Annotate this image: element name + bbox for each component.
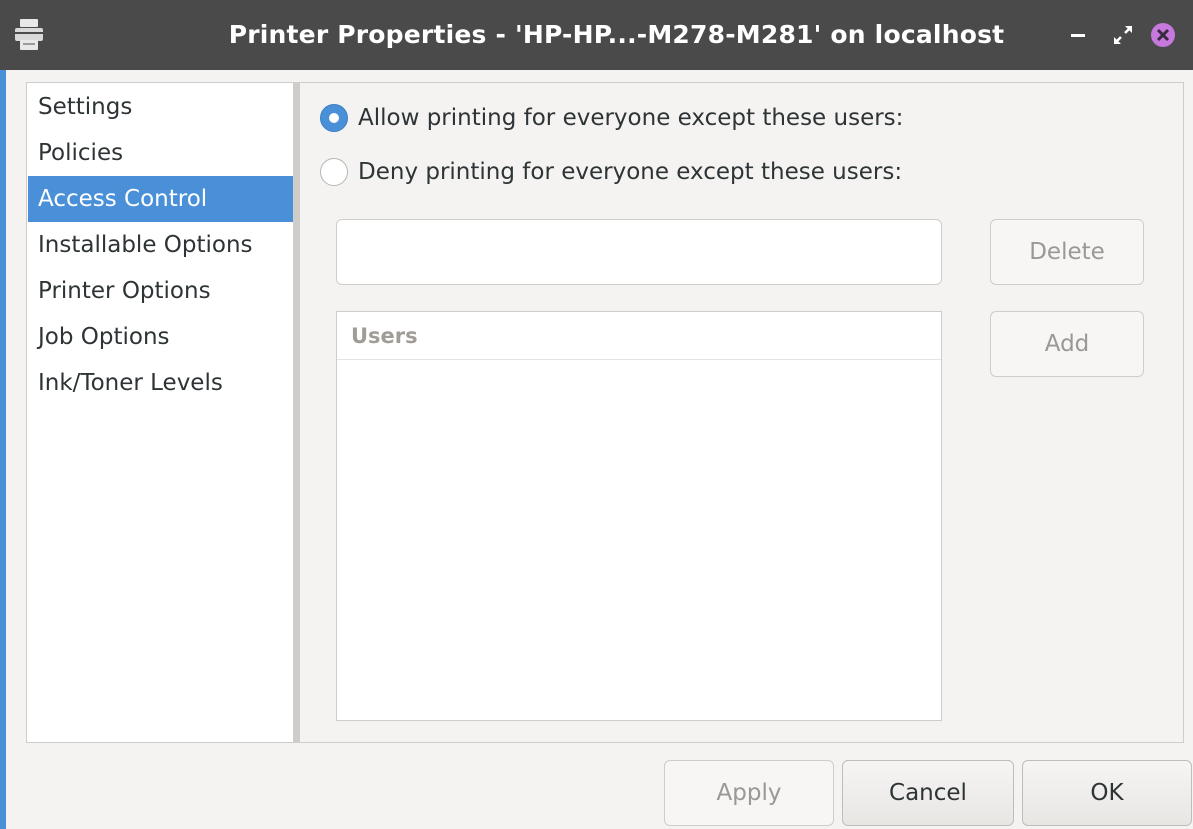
radio-selected-icon [320, 104, 348, 132]
window-title: Printer Properties - 'HP-HP...-M278-M281… [228, 20, 1005, 49]
delete-button[interactable]: Delete [990, 219, 1144, 285]
maximize-icon[interactable] [1108, 20, 1138, 50]
add-button[interactable]: Add [990, 311, 1144, 377]
minimize-icon[interactable] [1063, 20, 1093, 50]
sidebar-item-job-options[interactable]: Job Options [28, 314, 293, 360]
title-bar[interactable]: Printer Properties - 'HP-HP...-M278-M281… [0, 0, 1193, 70]
deny-printing-label: Deny printing for everyone except these … [358, 159, 903, 185]
sidebar: Settings Policies Access Control Install… [26, 82, 294, 743]
sidebar-item-access-control[interactable]: Access Control [28, 176, 293, 222]
users-list[interactable]: Users [336, 311, 942, 721]
allow-printing-label: Allow printing for everyone except these… [358, 105, 904, 131]
user-name-input[interactable] [336, 219, 942, 285]
cancel-button[interactable]: Cancel [842, 760, 1014, 826]
window-edge [0, 70, 6, 829]
radio-unselected-icon [320, 158, 348, 186]
ok-button[interactable]: OK [1022, 760, 1192, 826]
users-column-header[interactable]: Users [337, 312, 941, 360]
apply-button[interactable]: Apply [664, 760, 834, 826]
sidebar-item-settings[interactable]: Settings [28, 84, 293, 130]
sidebar-item-printer-options[interactable]: Printer Options [28, 268, 293, 314]
allow-printing-radio[interactable]: Allow printing for everyone except these… [320, 100, 1000, 140]
deny-printing-radio[interactable]: Deny printing for everyone except these … [320, 154, 1000, 194]
close-icon[interactable] [1148, 20, 1178, 50]
sidebar-item-policies[interactable]: Policies [28, 130, 293, 176]
printer-properties-window: Printer Properties - 'HP-HP...-M278-M281… [0, 0, 1193, 829]
sidebar-item-installable-options[interactable]: Installable Options [28, 222, 293, 268]
sidebar-item-ink-toner-levels[interactable]: Ink/Toner Levels [28, 360, 293, 406]
